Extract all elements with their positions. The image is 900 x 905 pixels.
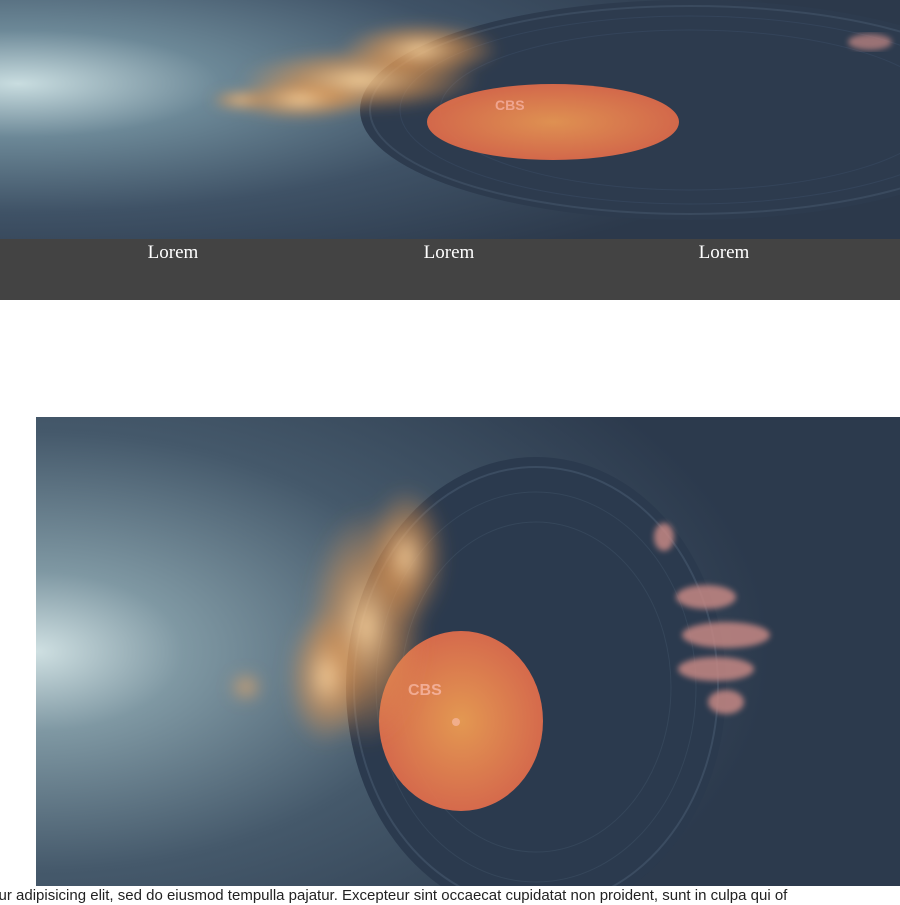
feature-image: CBS bbox=[36, 417, 900, 886]
hero-image-graphic: CBS bbox=[0, 0, 900, 239]
main-nav: Lorem Lorem Lorem bbox=[0, 239, 900, 300]
feature-image-graphic: CBS bbox=[36, 417, 900, 886]
nav-item-2[interactable]: Lorem bbox=[349, 242, 549, 264]
hero-image: CBS bbox=[0, 0, 900, 239]
svg-text:CBS: CBS bbox=[495, 97, 525, 113]
body-paragraph: ectetur adipisicing elit, sed do eiusmod… bbox=[0, 887, 788, 904]
nav-item-3[interactable]: Lorem bbox=[624, 242, 824, 264]
nav-item-1[interactable]: Lorem bbox=[73, 242, 273, 264]
